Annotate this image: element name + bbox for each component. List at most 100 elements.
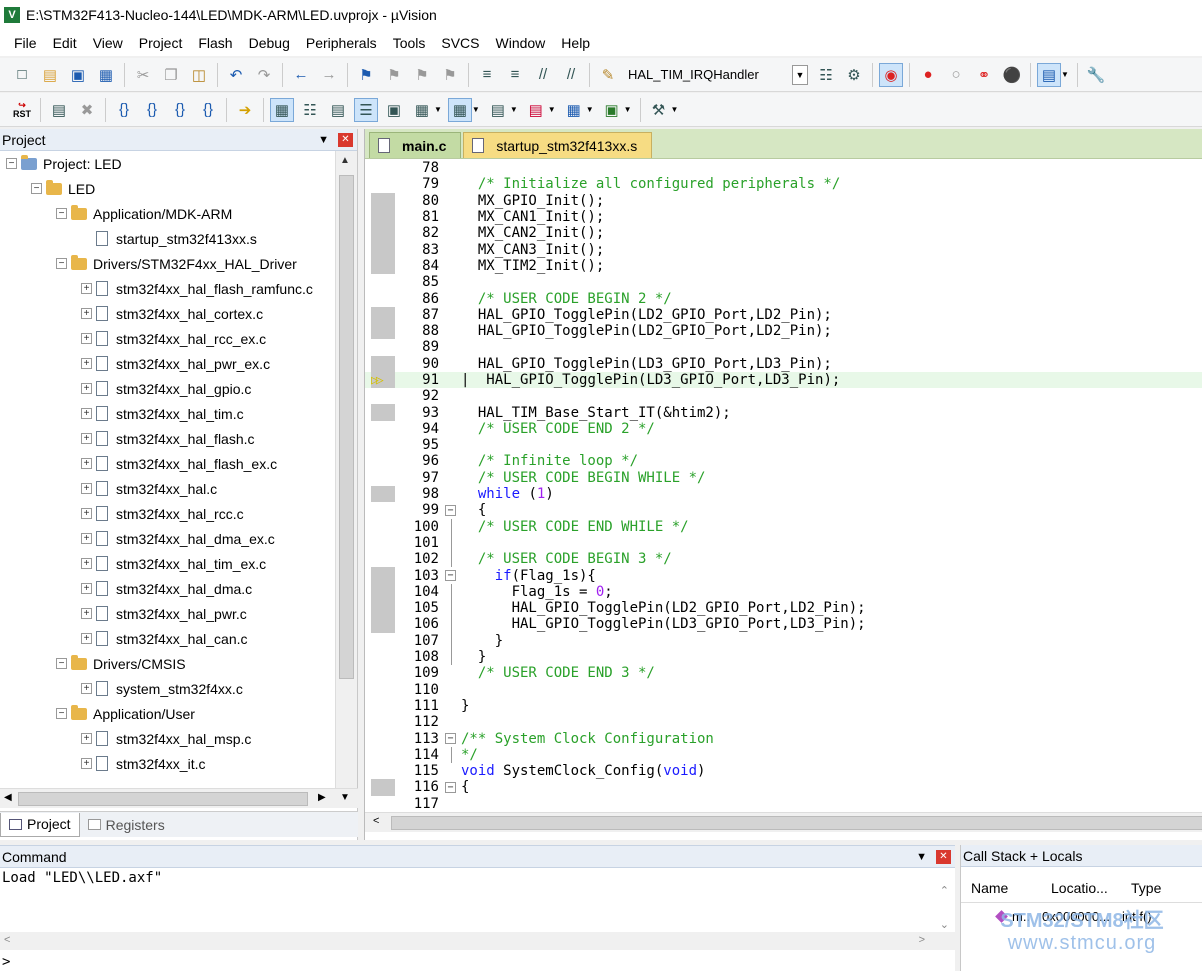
code-line[interactable]: 114 */	[365, 746, 1202, 763]
collapse-icon[interactable]: −	[56, 208, 67, 219]
collapse-icon[interactable]: −	[56, 258, 67, 269]
tree-folder-item[interactable]: − Application/MDK-ARM	[0, 201, 336, 226]
cut-icon[interactable]: ✂	[131, 63, 155, 87]
tree-file-item[interactable]: + stm32f4xx_hal_tim_ex.c	[0, 551, 336, 576]
tree-folder-item[interactable]: − Project: LED	[0, 151, 336, 176]
scroll-right-icon[interactable]: >	[919, 934, 925, 946]
code-line[interactable]: 112	[365, 714, 1202, 730]
unindent-icon[interactable]: ≡	[503, 63, 527, 87]
tab-startup-s[interactable]: startup_stm32f413xx.s	[463, 132, 653, 158]
show-next-statement-icon[interactable]: ➔	[233, 98, 257, 122]
tab-registers[interactable]: Registers	[80, 813, 173, 837]
breakpoint-gutter-mark[interactable]	[371, 404, 395, 421]
code-line[interactable]: 101	[365, 534, 1202, 552]
code-line[interactable]: 113−/** System Clock Configuration	[365, 730, 1202, 747]
code-line[interactable]: 81 MX_CAN1_Init();	[365, 208, 1202, 226]
tree-file-item[interactable]: + stm32f4xx_hal_rcc_ex.c	[0, 326, 336, 351]
breakpoint-gutter-mark[interactable]	[371, 257, 395, 275]
open-folder-icon[interactable]: ▤	[38, 63, 62, 87]
navigate-forward-icon[interactable]: →	[317, 63, 341, 87]
code-line[interactable]: 83 MX_CAN3_Init();	[365, 241, 1202, 258]
tree-folder-item[interactable]: − Application/User	[0, 701, 336, 726]
scroll-left-icon[interactable]: <	[373, 815, 379, 827]
function-combo-dropdown-icon[interactable]: ▼	[792, 64, 808, 85]
undo-icon[interactable]: ↶	[224, 63, 248, 87]
code-line[interactable]: ▷▷ 91 | HAL_GPIO_TogglePin(LD3_GPIO_Port,L…	[365, 371, 1202, 389]
run-icon[interactable]: ▤	[47, 98, 71, 122]
expand-icon[interactable]: +	[81, 533, 92, 544]
code-line[interactable]: 117	[365, 796, 1202, 812]
code-line[interactable]: 103− if(Flag_1s){	[365, 567, 1202, 584]
editor-horizontal-scrollbar[interactable]: <	[365, 812, 1202, 832]
scroll-right-icon[interactable]: ▶	[318, 792, 326, 803]
expand-icon[interactable]: +	[81, 608, 92, 619]
column-type[interactable]: Type	[1121, 880, 1191, 896]
code-line[interactable]: 82 MX_CAN2_Init();	[365, 225, 1202, 242]
tree-file-item[interactable]: + stm32f4xx_hal_flash.c	[0, 426, 336, 451]
save-all-icon[interactable]: ▦	[94, 63, 118, 87]
code-line[interactable]: 79 /* Initialize all configured peripher…	[365, 176, 1202, 192]
breakpoint-gutter-mark[interactable]	[371, 600, 395, 617]
menu-window[interactable]: Window	[488, 35, 554, 51]
scroll-left-icon[interactable]: <	[4, 934, 10, 946]
project-horizontal-scrollbar[interactable]: ◀ ▶ ▼	[0, 788, 358, 808]
window-layout-icon[interactable]: ▤	[1037, 62, 1061, 87]
code-line[interactable]: 97 /* USER CODE BEGIN WHILE */	[365, 470, 1202, 486]
expand-icon[interactable]: +	[81, 583, 92, 594]
pin-icon[interactable]: ▼	[916, 851, 927, 863]
code-area[interactable]: 78 79 /* Initialize all configured periph…	[365, 160, 1202, 812]
tree-folder-item[interactable]: − Drivers/STM32F4xx_HAL_Driver	[0, 251, 336, 276]
expand-icon[interactable]: +	[81, 683, 92, 694]
fold-icon[interactable]: −	[445, 781, 456, 793]
collapse-icon[interactable]: −	[56, 658, 67, 669]
kill-breakpoints-icon[interactable]: ⚫	[1000, 63, 1024, 87]
tree-folder-item[interactable]: − Drivers/CMSIS	[0, 651, 336, 676]
run-to-cursor-icon[interactable]: {}	[196, 98, 220, 122]
expand-icon[interactable]: +	[81, 483, 92, 494]
expand-icon[interactable]: +	[81, 508, 92, 519]
toolbox-icon[interactable]: ⚒	[647, 98, 671, 122]
code-line[interactable]: 90 HAL_GPIO_TogglePin(LD3_GPIO_Port,LD3_…	[365, 355, 1202, 372]
expand-icon[interactable]: +	[81, 758, 92, 769]
memory-window-icon[interactable]: ▦	[447, 97, 472, 122]
code-line[interactable]: 87 HAL_GPIO_TogglePin(LD2_GPIO_Port,LD2_…	[365, 306, 1202, 323]
tree-file-item[interactable]: + stm32f4xx_hal_pwr.c	[0, 601, 336, 626]
menu-peripherals[interactable]: Peripherals	[298, 35, 385, 51]
scroll-left-icon[interactable]: ◀	[4, 792, 12, 803]
disable-breakpoints-icon[interactable]: ⚭	[972, 63, 996, 87]
fold-icon[interactable]: −	[445, 504, 456, 516]
code-line[interactable]: 100 /* USER CODE END WHILE */	[365, 518, 1202, 535]
menu-svcs[interactable]: SVCS	[433, 35, 487, 51]
expand-icon[interactable]: +	[81, 458, 92, 469]
code-line[interactable]: 84 MX_TIM2_Init();	[365, 257, 1202, 275]
tree-file-item[interactable]: + stm32f4xx_hal_gpio.c	[0, 376, 336, 401]
breakpoint-gutter-mark[interactable]	[371, 583, 395, 601]
tree-file-item[interactable]: + stm32f4xx_hal_tim.c	[0, 401, 336, 426]
step-into-icon[interactable]: {}	[112, 98, 136, 122]
menu-flash[interactable]: Flash	[190, 35, 240, 51]
collapse-icon[interactable]: −	[56, 708, 67, 719]
breakpoint-gutter-mark[interactable]	[371, 192, 395, 209]
menu-project[interactable]: Project	[131, 35, 191, 51]
function-combo[interactable]: HAL_TIM_IRQHandler	[622, 63, 792, 87]
column-name[interactable]: Name	[961, 880, 1041, 896]
scroll-thumb[interactable]	[391, 816, 1202, 830]
tree-file-item[interactable]: + system_stm32f4xx.c	[0, 676, 336, 701]
analysis-window-icon[interactable]: ▤	[524, 98, 548, 122]
disassembly-window-icon[interactable]: ☷	[298, 98, 322, 122]
code-line[interactable]: 104 Flag_1s = 0;	[365, 583, 1202, 601]
code-line[interactable]: 78	[365, 160, 1202, 176]
code-line[interactable]: 106 HAL_GPIO_TogglePin(LD3_GPIO_Port,LD3…	[365, 616, 1202, 633]
code-line[interactable]: 98 while (1)	[365, 485, 1202, 503]
code-line[interactable]: 80 MX_GPIO_Init();	[365, 192, 1202, 209]
command-window-icon[interactable]: ▦	[270, 97, 294, 122]
collapse-icon[interactable]: −	[6, 158, 17, 169]
tree-file-item[interactable]: + stm32f4xx_hal_dma_ex.c	[0, 526, 336, 551]
menu-tools[interactable]: Tools	[385, 35, 434, 51]
tree-file-item[interactable]: + stm32f4xx_hal_dma.c	[0, 576, 336, 601]
code-line[interactable]: 105 HAL_GPIO_TogglePin(LD2_GPIO_Port,LD2…	[365, 600, 1202, 617]
tree-file-item[interactable]: + stm32f4xx_hal.c	[0, 476, 336, 501]
chevron-down-icon[interactable]: ▼	[434, 105, 442, 114]
code-line[interactable]: 108 }	[365, 648, 1202, 666]
chevron-down-icon[interactable]: ▼	[510, 105, 518, 114]
